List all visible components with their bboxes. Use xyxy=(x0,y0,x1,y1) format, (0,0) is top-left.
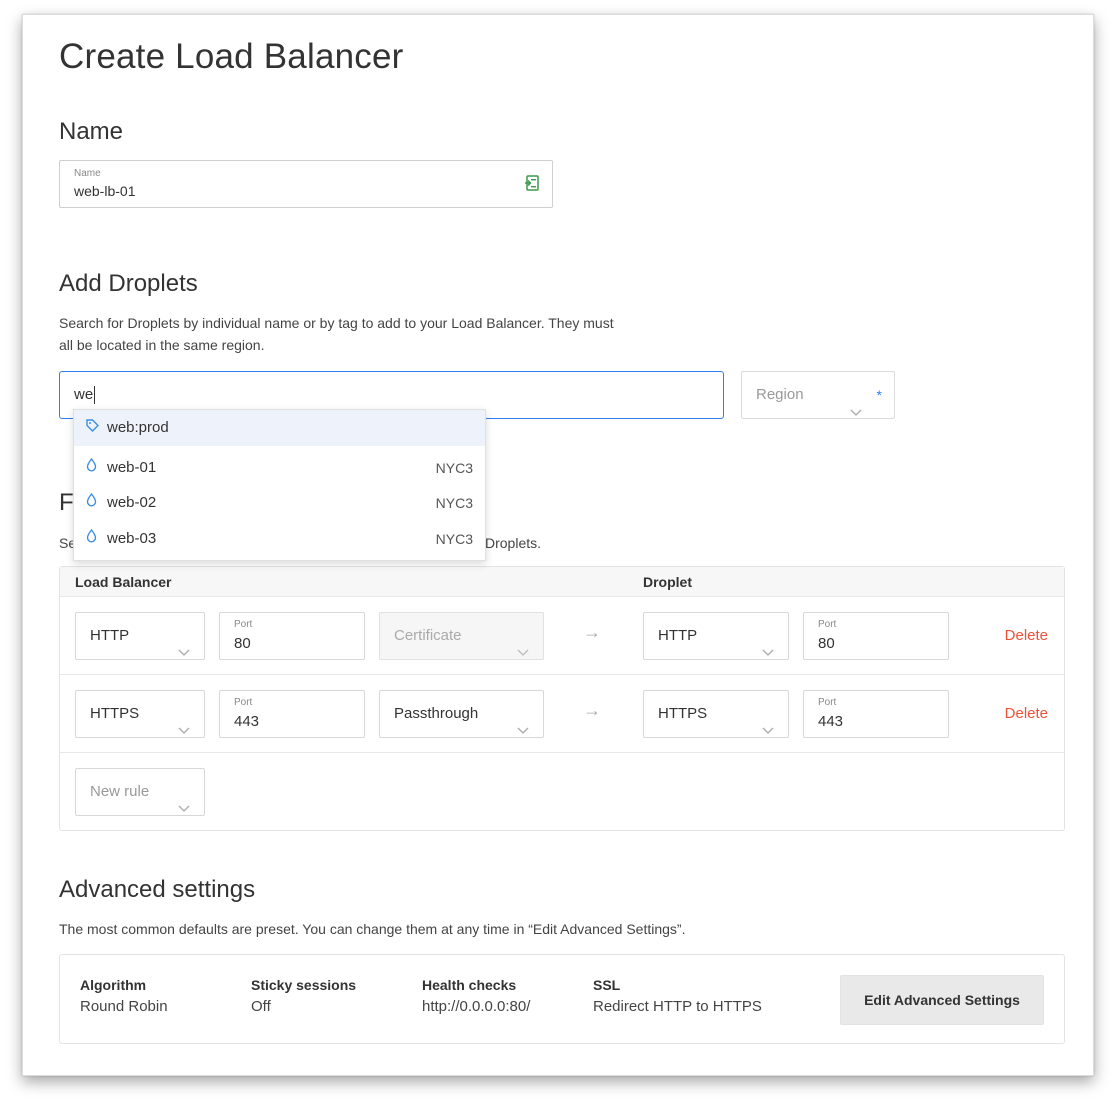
certificate-value: Certificate xyxy=(394,627,462,644)
setting-key: Algorithm xyxy=(80,977,147,993)
new-rule-select[interactable]: New rule xyxy=(75,768,205,816)
port-label: Port xyxy=(234,619,253,630)
header-load-balancer: Load Balancer xyxy=(75,574,172,590)
suggestion-item[interactable]: web-03 NYC3 xyxy=(74,521,485,557)
page-title: Create Load Balancer xyxy=(59,37,404,76)
suggestion-label: web-02 xyxy=(107,494,157,511)
port-label: Port xyxy=(818,697,837,708)
arrow-right-icon: → xyxy=(583,700,601,720)
header-droplet: Droplet xyxy=(643,574,692,590)
region-select[interactable]: Region * xyxy=(741,371,895,419)
forwarding-section-title: F xyxy=(59,489,74,516)
setting-value: http://0.0.0.0:80/ xyxy=(422,998,531,1015)
forwarding-rules-table: Load Balancer Droplet HTTP Port 80 Certi… xyxy=(59,566,1065,831)
tag-icon xyxy=(86,410,100,446)
suggestion-region: NYC3 xyxy=(435,495,473,511)
suggestion-region: NYC3 xyxy=(435,531,473,547)
chevron-down-icon xyxy=(762,630,774,676)
lb-port-value: 443 xyxy=(234,713,260,730)
arrow-right-icon: → xyxy=(583,622,601,642)
droplet-suggestions-dropdown: web:prod web-01 NYC3 web-02 NYC3 web-03 … xyxy=(73,409,486,561)
name-field[interactable]: Name web-lb-01 xyxy=(59,160,553,208)
name-section-title: Name xyxy=(59,118,124,145)
lb-protocol-value: HTTPS xyxy=(90,705,140,722)
suggestion-label: web-03 xyxy=(107,530,157,547)
edit-advanced-settings-button[interactable]: Edit Advanced Settings xyxy=(840,975,1044,1025)
droplet-protocol-select[interactable]: HTTPS xyxy=(643,690,789,738)
forwarding-description-right: Droplets. xyxy=(485,535,542,551)
name-field-label: Name xyxy=(74,168,101,179)
droplets-description-line1: Search for Droplets by individual name o… xyxy=(59,315,614,331)
droplet-protocol-value: HTTP xyxy=(658,627,698,644)
ssl-setting: SSL Redirect HTTP to HTTPS xyxy=(593,977,762,1015)
port-label: Port xyxy=(818,619,837,630)
text-caret xyxy=(94,386,96,405)
droplet-port-input[interactable]: Port 80 xyxy=(803,612,949,660)
create-load-balancer-window: Create Load Balancer Name Name web-lb-01… xyxy=(22,14,1094,1076)
forwarding-rule-row: HTTP Port 80 Certificate → HTTP Port 80 … xyxy=(60,597,1064,675)
certificate-select[interactable]: Passthrough xyxy=(379,690,544,738)
setting-value: Round Robin xyxy=(80,998,168,1015)
sticky-sessions-setting: Sticky sessions Off xyxy=(251,977,356,1015)
delete-rule-button[interactable]: Delete xyxy=(1005,627,1048,644)
droplet-port-value: 443 xyxy=(818,713,844,730)
chevron-down-icon xyxy=(850,390,862,436)
droplet-icon xyxy=(86,485,100,521)
certificate-value: Passthrough xyxy=(394,705,479,722)
chevron-down-icon xyxy=(517,630,529,676)
rules-header: Load Balancer Droplet xyxy=(60,567,1064,597)
setting-value: Off xyxy=(251,998,271,1015)
region-placeholder: Region xyxy=(756,386,804,403)
password-manager-icon[interactable] xyxy=(524,175,540,193)
required-marker: * xyxy=(876,387,882,403)
lb-protocol-value: HTTP xyxy=(90,627,130,644)
chevron-down-icon xyxy=(178,708,190,754)
droplet-protocol-select[interactable]: HTTP xyxy=(643,612,789,660)
suggestion-region: NYC3 xyxy=(435,460,473,476)
lb-protocol-select[interactable]: HTTP xyxy=(75,612,205,660)
setting-key: SSL xyxy=(593,977,621,993)
forwarding-rule-row: HTTPS Port 443 Passthrough → HTTPS Port … xyxy=(60,675,1064,753)
lb-protocol-select[interactable]: HTTPS xyxy=(75,690,205,738)
algorithm-setting: Algorithm Round Robin xyxy=(80,977,168,1015)
suggestion-item[interactable]: web:prod xyxy=(74,410,485,446)
chevron-down-icon xyxy=(178,630,190,676)
suggestion-item[interactable]: web-02 NYC3 xyxy=(74,485,485,521)
new-rule-placeholder: New rule xyxy=(90,783,150,800)
certificate-select[interactable]: Certificate xyxy=(379,612,544,660)
lb-port-value: 80 xyxy=(234,635,251,652)
suggestion-label: web:prod xyxy=(107,419,169,436)
port-label: Port xyxy=(234,697,253,708)
droplets-section-title: Add Droplets xyxy=(59,270,198,297)
delete-rule-button[interactable]: Delete xyxy=(1005,705,1048,722)
chevron-down-icon xyxy=(178,786,190,832)
droplet-icon xyxy=(86,450,100,486)
advanced-description: The most common defaults are preset. You… xyxy=(59,921,686,937)
droplet-port-value: 80 xyxy=(818,635,835,652)
setting-value: Redirect HTTP to HTTPS xyxy=(593,998,762,1015)
droplet-search-value: we xyxy=(74,386,94,403)
suggestion-label: web-01 xyxy=(107,459,157,476)
advanced-settings-summary: Algorithm Round Robin Sticky sessions Of… xyxy=(59,954,1065,1044)
setting-key: Health checks xyxy=(422,977,517,993)
setting-key: Sticky sessions xyxy=(251,977,357,993)
suggestion-item[interactable]: web-01 NYC3 xyxy=(74,450,485,486)
name-field-value[interactable]: web-lb-01 xyxy=(74,183,135,199)
lb-port-input[interactable]: Port 80 xyxy=(219,612,365,660)
droplets-description-line2: all be located in the same region. xyxy=(59,337,265,353)
droplet-icon xyxy=(86,521,100,557)
droplet-port-input[interactable]: Port 443 xyxy=(803,690,949,738)
lb-port-input[interactable]: Port 443 xyxy=(219,690,365,738)
advanced-section-title: Advanced settings xyxy=(59,876,256,903)
chevron-down-icon xyxy=(762,708,774,754)
health-checks-setting: Health checks http://0.0.0.0:80/ xyxy=(422,977,530,1015)
droplet-protocol-value: HTTPS xyxy=(658,705,708,722)
chevron-down-icon xyxy=(517,708,529,754)
